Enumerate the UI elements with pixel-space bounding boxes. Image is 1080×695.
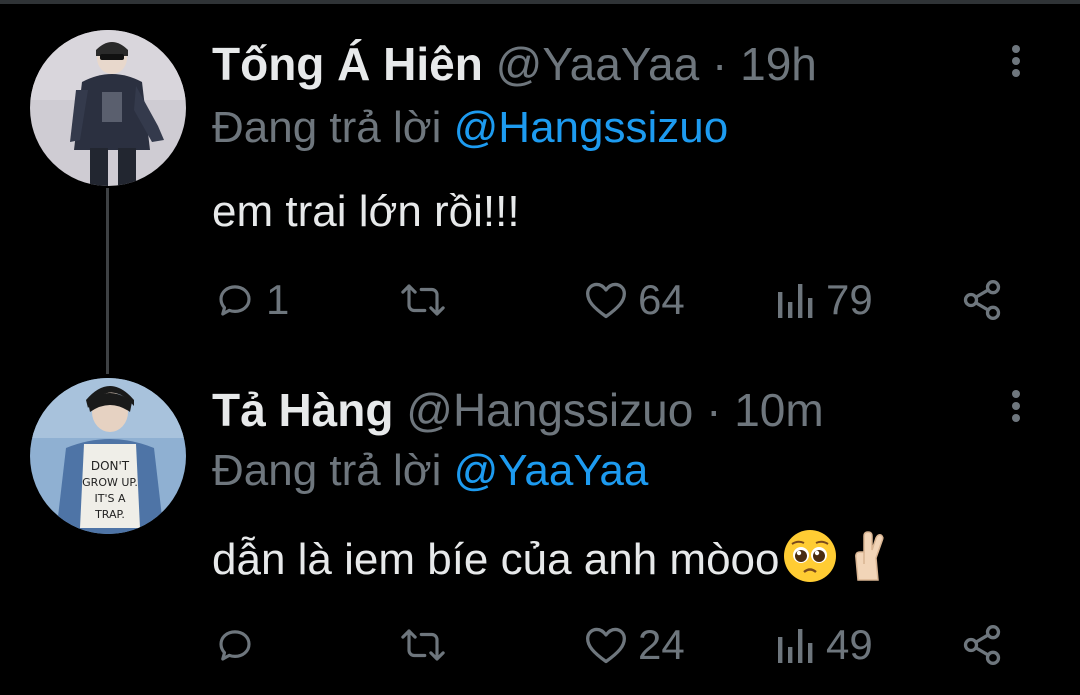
views-icon [776,625,816,665]
reply-icon [214,624,256,666]
timestamp[interactable]: 19h [740,38,817,90]
crossed-fingers-emoji [840,528,896,598]
more-icon[interactable] [1004,42,1028,82]
reply-icon [214,279,256,321]
like-count: 64 [638,276,685,323]
svg-text:IT'S A: IT'S A [95,492,126,505]
heart-icon [584,624,628,666]
reply-prefix: Đang trả lời [212,103,454,152]
avatar[interactable] [30,30,186,186]
heart-icon [584,279,628,321]
reply-count: 1 [266,276,290,323]
user-handle[interactable]: @YaaYaa [496,38,700,90]
retweet-icon [398,624,448,666]
share-icon [960,623,1004,667]
tweet[interactable]: Tống Á Hiên @YaaYaa · 19h Đang trả lời @… [0,0,1080,350]
tweet[interactable]: DON'T GROW UP. IT'S A TRAP. Tả Hàng @Han… [0,352,1080,695]
like-count: 24 [638,621,685,668]
retweet-button[interactable] [398,270,448,330]
share-button[interactable] [960,615,1004,675]
user-handle[interactable]: @Hangssizuo [406,384,693,436]
separator-dot: · [706,384,722,436]
svg-text:GROW UP.: GROW UP. [82,476,138,489]
reply-prefix: Đang trả lời [212,446,454,495]
reply-button[interactable] [214,615,266,675]
share-button[interactable] [960,270,1004,330]
views-icon [776,280,816,320]
views-count: 79 [826,276,873,323]
tweet-header: Tống Á Hiên @YaaYaa · 19h [212,34,817,94]
views-button[interactable]: 79 [776,270,873,330]
like-button[interactable]: 64 [584,270,685,330]
more-icon[interactable] [1004,387,1028,427]
svg-text:TRAP.: TRAP. [94,508,125,521]
reply-mention[interactable]: @Hangssizuo [454,103,729,152]
retweet-button[interactable] [398,615,448,675]
svg-text:DON'T: DON'T [91,459,130,473]
action-bar: 24 49 [0,615,1080,675]
views-button[interactable]: 49 [776,615,873,675]
action-bar: 1 64 79 [0,270,1080,330]
reply-mention[interactable]: @YaaYaa [454,446,649,495]
views-count: 49 [826,621,873,668]
reply-context: Đang trả lời @Hangssizuo [212,100,728,156]
like-button[interactable]: 24 [584,615,685,675]
avatar[interactable]: DON'T GROW UP. IT'S A TRAP. [30,378,186,534]
reply-context: Đang trả lời @YaaYaa [212,443,648,499]
tweet-text-container: dẫn là iem bíe của anh mòoo [212,528,896,598]
display-name[interactable]: Tống Á Hiên [212,38,483,90]
reply-button[interactable]: 1 [214,270,289,330]
retweet-icon [398,279,448,321]
timestamp[interactable]: 10m [734,384,823,436]
tweet-text: dẫn là iem bíe của anh mòoo [212,535,780,584]
tweet-header: Tả Hàng @Hangssizuo · 10m [212,380,824,440]
share-icon [960,278,1004,322]
pleading-face-emoji [782,528,838,598]
separator-dot: · [712,38,728,90]
display-name[interactable]: Tả Hàng [212,384,393,436]
tweet-text: em trai lớn rồi!!! [212,187,520,236]
